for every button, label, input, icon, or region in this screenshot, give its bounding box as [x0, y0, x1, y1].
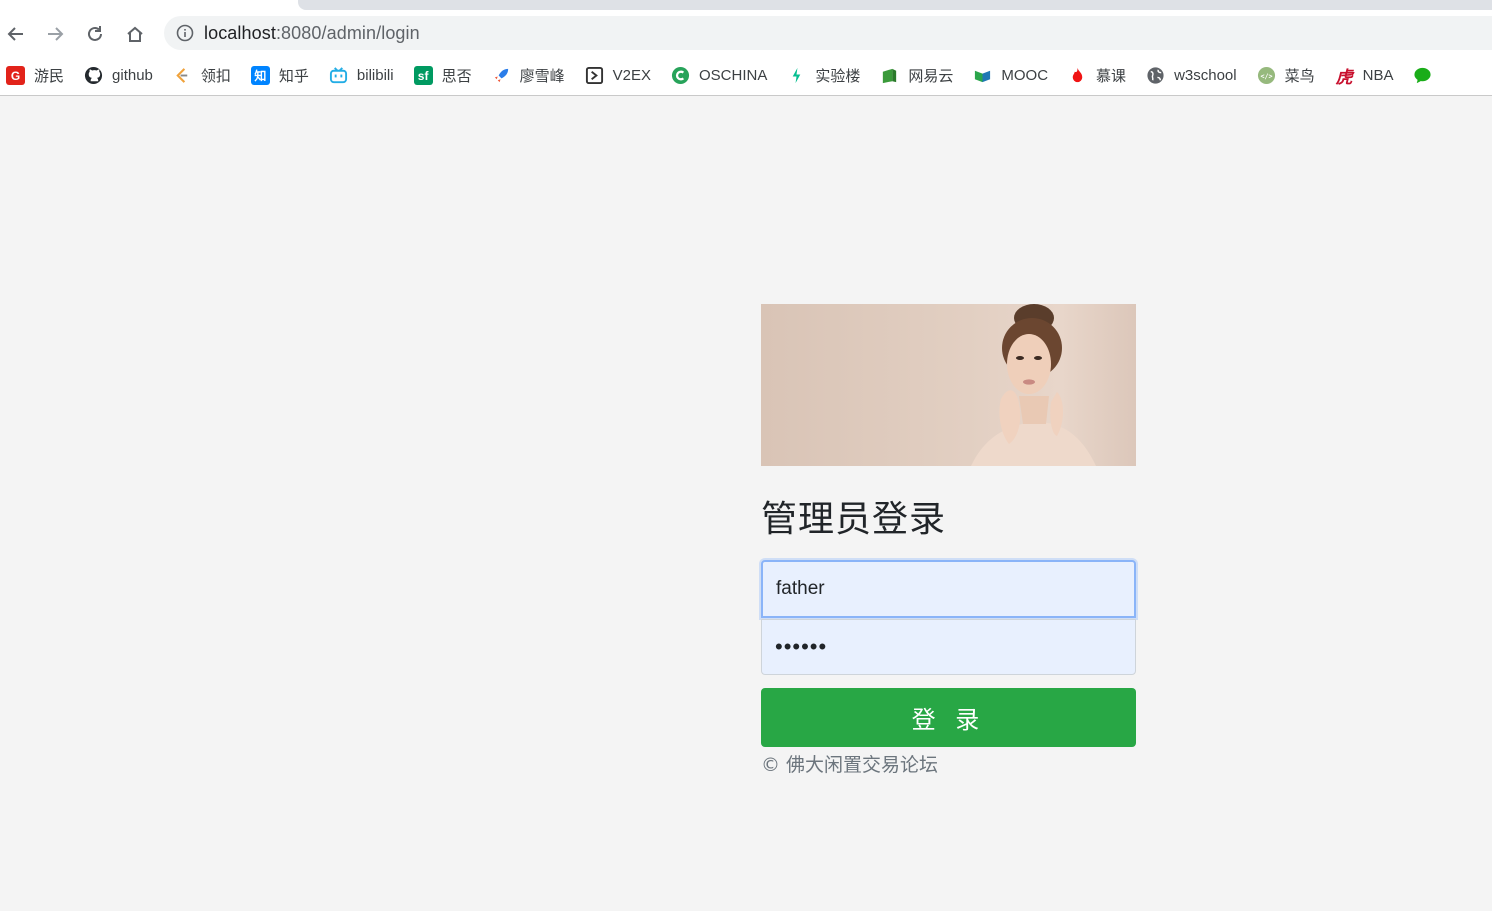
url-host: localhost	[204, 22, 276, 43]
bookmark-bilibili[interactable]: bilibili	[329, 66, 394, 85]
forward-button[interactable]	[41, 20, 69, 48]
bookmark-globe[interactable]: w3school	[1146, 66, 1237, 85]
segmentfault-icon: sf	[413, 66, 433, 85]
bookmark-github[interactable]: github	[84, 66, 153, 85]
bookmark-label: 网易云	[908, 68, 954, 85]
bookmark-label: 廖雪峰	[519, 68, 565, 85]
bookmark-label: 慕课	[1096, 68, 1127, 85]
page-title: 管理员登录	[761, 499, 947, 540]
bookmark-gamersky[interactable]: G 游民	[6, 65, 64, 86]
woman-portrait-illustration	[971, 304, 1096, 466]
globe-icon	[1146, 66, 1165, 85]
shiyanlou-icon	[787, 66, 806, 85]
bookmark-flame[interactable]: 慕课	[1068, 65, 1126, 86]
bookmark-label: 领扣	[200, 68, 231, 85]
bookmark-label: 实验楼	[815, 68, 861, 85]
info-icon[interactable]	[176, 24, 194, 42]
back-button[interactable]	[2, 20, 30, 48]
bookmarks-bar: G 游民 github 领扣 知知乎 bilibili sf 思否 廖雪峰 V2EX OSCHINA…	[0, 56, 1492, 96]
bookmark-label: w3school	[1174, 67, 1237, 84]
bookmark-runoob[interactable]: </> 菜鸟	[1257, 65, 1315, 86]
netease-cloud-icon	[880, 66, 899, 85]
v2ex-icon	[585, 66, 604, 85]
bookmark-v2ex[interactable]: V2EX	[585, 66, 651, 85]
tab-background	[298, 0, 1492, 10]
arrow-left-icon	[7, 27, 23, 41]
address-bar[interactable]: localhost:8080/admin/login	[164, 16, 1492, 50]
banner-image	[761, 304, 1136, 466]
bookmark-mooc[interactable]: MOOC	[973, 66, 1048, 85]
url-text: localhost:8080/admin/login	[204, 23, 420, 44]
arrow-right-icon	[48, 27, 64, 41]
reload-icon	[88, 26, 102, 41]
copyright-text: © 佛大闲置交易论坛	[761, 754, 939, 776]
login-panel: 管理员登录 登 录 © 佛大闲置交易论坛	[761, 304, 1136, 777]
password-input[interactable]	[761, 619, 1136, 675]
flame-icon	[1068, 66, 1087, 85]
login-button[interactable]: 登 录	[761, 688, 1136, 747]
home-button[interactable]	[121, 20, 149, 48]
bookmark-rocket[interactable]: 廖雪峰	[492, 65, 565, 86]
url-path: :8080/admin/login	[275, 22, 420, 43]
bookmark-hupu[interactable]: 虎 NBA	[1335, 66, 1394, 87]
bookmark-label: 思否	[441, 68, 472, 85]
bookmark-label: V2EX	[612, 67, 651, 84]
bookmark-label: 游民	[34, 68, 65, 85]
bookmark-oschina[interactable]: OSCHINA	[671, 66, 767, 85]
hupu-icon: 虎	[1335, 68, 1353, 87]
mooc-icon	[973, 66, 992, 85]
bookmark-label: 菜鸟	[1284, 68, 1315, 85]
zhihu-icon: 知	[250, 66, 270, 85]
bookmark-shiyanlou[interactable]: 实验楼	[787, 65, 860, 86]
browser-toolbar: localhost:8080/admin/login	[0, 12, 1492, 56]
username-input[interactable]	[761, 560, 1136, 618]
rocket-icon	[492, 66, 511, 85]
oschina-icon	[671, 66, 690, 85]
bookmark-leetcode[interactable]: 领扣	[173, 65, 231, 86]
bookmark-label: github	[112, 67, 153, 84]
bookmark-label: MOOC	[1001, 67, 1049, 84]
leetcode-icon	[173, 66, 192, 85]
bookmark-label: OSCHINA	[699, 67, 768, 84]
bookmark-netease-cloud[interactable]: 网易云	[880, 65, 953, 86]
bookmark-zhihu[interactable]: 知知乎	[250, 65, 309, 86]
reload-button[interactable]	[81, 20, 109, 48]
svg-text:</>: </>	[1260, 72, 1272, 80]
bookmark-segmentfault[interactable]: sf 思否	[413, 65, 472, 86]
bookmark-label: NBA	[1362, 67, 1394, 84]
gamersky-icon: G	[6, 66, 25, 85]
bookmark-label: bilibili	[356, 67, 394, 84]
wechat-icon	[1413, 66, 1432, 85]
github-icon	[84, 66, 103, 85]
home-icon	[127, 26, 143, 42]
runoob-icon: </>	[1257, 66, 1276, 85]
bilibili-icon	[329, 66, 348, 85]
bookmark-wechat[interactable]	[1413, 66, 1441, 85]
bookmark-label: 知乎	[278, 68, 309, 85]
